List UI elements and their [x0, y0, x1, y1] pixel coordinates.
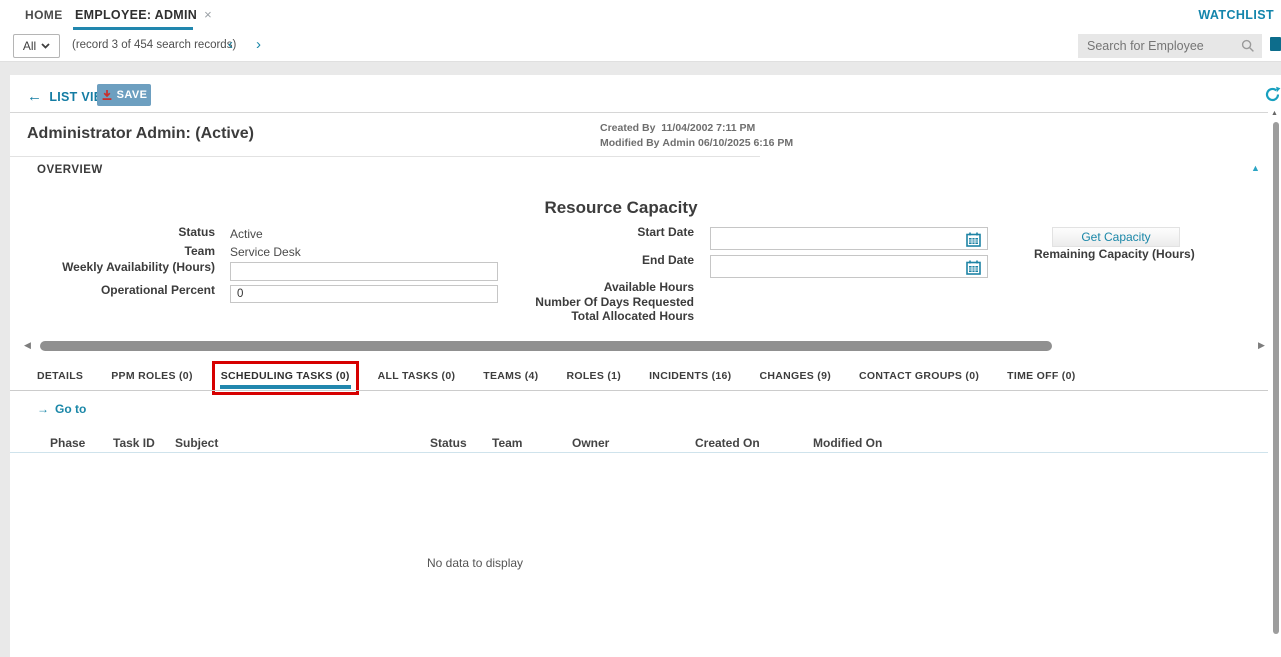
weekly-availability-label: Weekly Availability (Hours): [20, 260, 215, 274]
remaining-capacity-label: Remaining Capacity (Hours): [1034, 247, 1195, 261]
available-hours-label: Available Hours: [394, 280, 694, 294]
chrome-left-strip: [0, 62, 10, 657]
close-icon[interactable]: ×: [204, 7, 212, 22]
tab-roles[interactable]: ROLES (1): [566, 370, 621, 382]
status-value: Active: [230, 227, 263, 241]
tab-employee-admin[interactable]: EMPLOYEE: ADMIN ×: [75, 7, 212, 22]
column-header-status[interactable]: Status: [430, 436, 467, 450]
start-date-label: Start Date: [394, 225, 694, 239]
sub-tabs-divider: [10, 390, 1268, 391]
operational-percent-label: Operational Percent: [20, 283, 215, 297]
scroll-left-icon[interactable]: ◀: [24, 340, 31, 351]
tab-all-tasks[interactable]: ALL TASKS (0): [378, 370, 456, 382]
record-count-text: (record 3 of 454 search records): [72, 39, 236, 51]
status-label: Status: [20, 225, 215, 239]
column-header-subject[interactable]: Subject: [175, 436, 218, 450]
tab-incidents[interactable]: INCIDENTS (16): [649, 370, 731, 382]
save-label: SAVE: [117, 89, 148, 101]
tab-details[interactable]: DETAILS: [37, 370, 83, 382]
tab-scheduling-tasks[interactable]: SCHEDULING TASKS (0): [221, 370, 350, 382]
employee-record-screen: HOME EMPLOYEE: ADMIN × WATCHLIST All (rec…: [0, 0, 1281, 657]
chrome-band: [0, 62, 1281, 75]
vertical-scrollbar-thumb[interactable]: [1273, 122, 1279, 634]
team-value: Service Desk: [230, 245, 301, 259]
go-to-link[interactable]: → Go to: [37, 402, 86, 416]
start-date-input[interactable]: [711, 228, 987, 249]
column-header-modified-on[interactable]: Modified On: [813, 436, 882, 450]
refresh-icon[interactable]: [1264, 86, 1281, 103]
tab-ppm-roles[interactable]: PPM ROLES (0): [111, 370, 193, 382]
end-date-label: End Date: [394, 253, 694, 267]
bookmark-icon[interactable]: [1270, 37, 1281, 51]
next-record-icon[interactable]: ›: [256, 36, 261, 54]
overview-section-label: OVERVIEW: [37, 164, 103, 176]
created-by-value: 11/04/2002 7:11 PM: [661, 122, 755, 134]
start-date-field: [710, 227, 988, 250]
column-header-task-id[interactable]: Task ID: [113, 436, 155, 450]
search-input[interactable]: [1078, 34, 1262, 58]
watchlist-link[interactable]: WATCHLIST: [1198, 8, 1274, 22]
scroll-up-icon[interactable]: ▲: [1271, 110, 1278, 117]
save-button[interactable]: SAVE: [97, 84, 151, 106]
collapse-section-icon[interactable]: ▲: [1251, 163, 1260, 173]
tab-contact-groups[interactable]: CONTACT GROUPS (0): [859, 370, 979, 382]
empty-table-message: No data to display: [427, 556, 523, 570]
days-requested-label: Number Of Days Requested: [394, 295, 694, 309]
tab-home[interactable]: HOME: [25, 8, 63, 22]
top-tab-bar: HOME EMPLOYEE: ADMIN × WATCHLIST: [0, 0, 1281, 30]
record-toolbar: All (record 3 of 454 search records) ‹ ›: [0, 30, 1281, 62]
end-date-field: [710, 255, 988, 278]
go-to-label: Go to: [55, 402, 86, 416]
page-title: Administrator Admin: (Active): [27, 125, 254, 143]
column-header-created-on[interactable]: Created On: [695, 436, 760, 450]
tab-time-off[interactable]: TIME OFF (0): [1007, 370, 1075, 382]
modified-by-label: Modified By: [600, 137, 660, 149]
filter-dropdown-value: All: [23, 39, 36, 53]
team-label: Team: [20, 244, 215, 258]
created-by-text: Created By 11/04/2002 7:11 PM: [600, 122, 755, 134]
search-icon: [1241, 39, 1255, 53]
calendar-icon[interactable]: [966, 260, 981, 275]
tab-teams[interactable]: TEAMS (4): [483, 370, 538, 382]
calendar-icon[interactable]: [966, 232, 981, 247]
prev-record-icon[interactable]: ‹: [228, 36, 233, 54]
tab-employee-admin-label: EMPLOYEE: ADMIN: [75, 8, 197, 22]
tab-changes[interactable]: CHANGES (9): [759, 370, 831, 382]
record-sub-tabs: DETAILS PPM ROLES (0) SCHEDULING TASKS (…: [37, 362, 1076, 390]
save-download-icon: [101, 89, 113, 101]
modified-by-value: Admin 06/10/2025 6:16 PM: [662, 137, 793, 149]
employee-search: [1078, 34, 1262, 58]
column-header-phase[interactable]: Phase: [50, 436, 85, 450]
chevron-down-icon: [41, 43, 50, 49]
horizontal-scrollbar-thumb[interactable]: [40, 341, 1052, 351]
meta-divider: [10, 156, 760, 157]
resource-capacity-heading: Resource Capacity: [521, 198, 721, 218]
go-to-arrow-icon: →: [37, 402, 49, 416]
header-divider: [10, 112, 1268, 113]
filter-dropdown[interactable]: All: [13, 34, 60, 58]
get-capacity-button[interactable]: Get Capacity: [1052, 227, 1180, 247]
end-date-input[interactable]: [711, 256, 987, 277]
column-header-team[interactable]: Team: [492, 436, 522, 450]
total-allocated-label: Total Allocated Hours: [394, 309, 694, 323]
column-header-owner[interactable]: Owner: [572, 436, 609, 450]
back-arrow-icon: ←: [27, 88, 42, 105]
table-header-divider: [10, 452, 1268, 453]
created-by-label: Created By: [600, 122, 655, 134]
scroll-right-icon[interactable]: ▶: [1258, 340, 1265, 351]
modified-by-text: Modified By Admin 06/10/2025 6:16 PM: [600, 137, 793, 149]
